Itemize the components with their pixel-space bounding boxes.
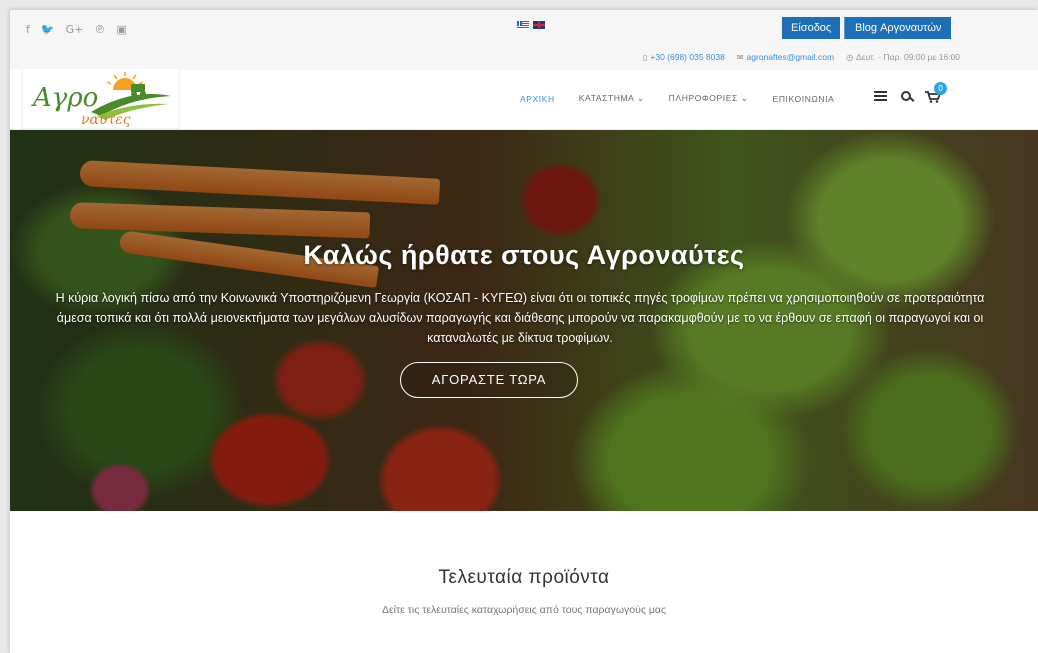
cart-count-badge: 0 bbox=[934, 82, 947, 95]
svg-text:ναύτες: ναύτες bbox=[81, 112, 131, 128]
cart-button[interactable]: 0 bbox=[925, 82, 947, 103]
contact-info: ▯ +30 (698) 035 8038 ✉ agronaftes@gmail.co… bbox=[643, 52, 960, 62]
nav-item-shop[interactable]: ΚΑΤΑΣΤΗΜΑ ⌄ bbox=[567, 93, 657, 104]
hero-description: Η κύρια λογική πίσω από την Κοινωνικά Υπ… bbox=[55, 291, 985, 345]
nav-item-contact[interactable]: ΕΠΙΚΟΙΝΩΝΙΑ bbox=[761, 94, 847, 104]
logo-graphic: Αγρο ναύτες bbox=[31, 72, 171, 128]
nav-item-info[interactable]: ΠΛΗΡΟΦΟΡΙΕΣ ⌄ bbox=[657, 93, 761, 104]
phone-icon: ▯ bbox=[642, 53, 648, 62]
opening-hours: Δευτ. - Παρ. 09:00 με 16:00 bbox=[856, 52, 960, 62]
main-navigation: ΑΡΧΙΚΗ ΚΑΤΑΣΤΗΜΑ ⌄ ΠΛΗΡΟΦΟΡΙΕΣ ⌄ ΕΠΙΚΟΙΝ… bbox=[508, 93, 846, 104]
site-logo[interactable]: Αγρο ναύτες bbox=[22, 69, 180, 129]
google-plus-icon[interactable]: G+ bbox=[66, 23, 84, 36]
svg-text:Αγρο: Αγρο bbox=[31, 83, 98, 113]
header-icons: 0 bbox=[874, 82, 947, 103]
hero-banner: Καλώς ήρθατε στους Αγροναύτες Η κύρια λο… bbox=[10, 130, 1038, 511]
main-header: Αγρο ναύτες ΑΡΧΙΚΗ ΚΑΤΑΣΤΗΜΑ ⌄ ΠΛΗΡΟΦΟΡΙ… bbox=[10, 69, 1038, 130]
twitter-icon[interactable]: 🐦 bbox=[41, 23, 55, 36]
nav-item-home[interactable]: ΑΡΧΙΚΗ bbox=[508, 94, 567, 104]
uk-flag-icon[interactable] bbox=[533, 21, 545, 29]
blog-button[interactable]: Blog Αργοναυτών bbox=[844, 17, 952, 39]
youtube-icon[interactable]: ▣ bbox=[116, 23, 126, 36]
email-link[interactable]: agronaftes@gmail.com bbox=[747, 52, 835, 62]
search-icon[interactable] bbox=[901, 91, 911, 101]
latest-products-subtitle: Δείτε τις τελευταίες καταχωρήσεις από το… bbox=[381, 604, 667, 616]
buy-now-button[interactable]: ΑΓΟΡΑΣΤΕ ΤΩΡΑ bbox=[400, 362, 578, 398]
browser-page: f 🐦 G+ ℗ ▣ Είσοδος Blog Αργοναυτών ▯ +30 … bbox=[10, 10, 1038, 653]
envelope-icon: ✉ bbox=[736, 53, 744, 62]
language-switcher bbox=[517, 21, 545, 29]
top-bar: f 🐦 G+ ℗ ▣ Είσοδος Blog Αργοναυτών ▯ +30 … bbox=[10, 10, 1038, 70]
hero-title: Καλώς ήρθατε στους Αγροναύτες bbox=[303, 240, 745, 270]
hamburger-menu-icon[interactable] bbox=[874, 91, 887, 101]
phone-link[interactable]: +30 (698) 035 8038 bbox=[650, 52, 724, 62]
pinterest-icon[interactable]: ℗ bbox=[94, 23, 105, 36]
login-button[interactable]: Είσοδος bbox=[782, 17, 841, 39]
latest-products-title: Τελευταία προϊόντα bbox=[438, 567, 610, 588]
greek-flag-icon[interactable] bbox=[517, 21, 529, 29]
clock-icon: ◷ bbox=[846, 53, 854, 62]
social-links: f 🐦 G+ ℗ ▣ bbox=[26, 23, 127, 36]
facebook-icon[interactable]: f bbox=[26, 23, 30, 36]
